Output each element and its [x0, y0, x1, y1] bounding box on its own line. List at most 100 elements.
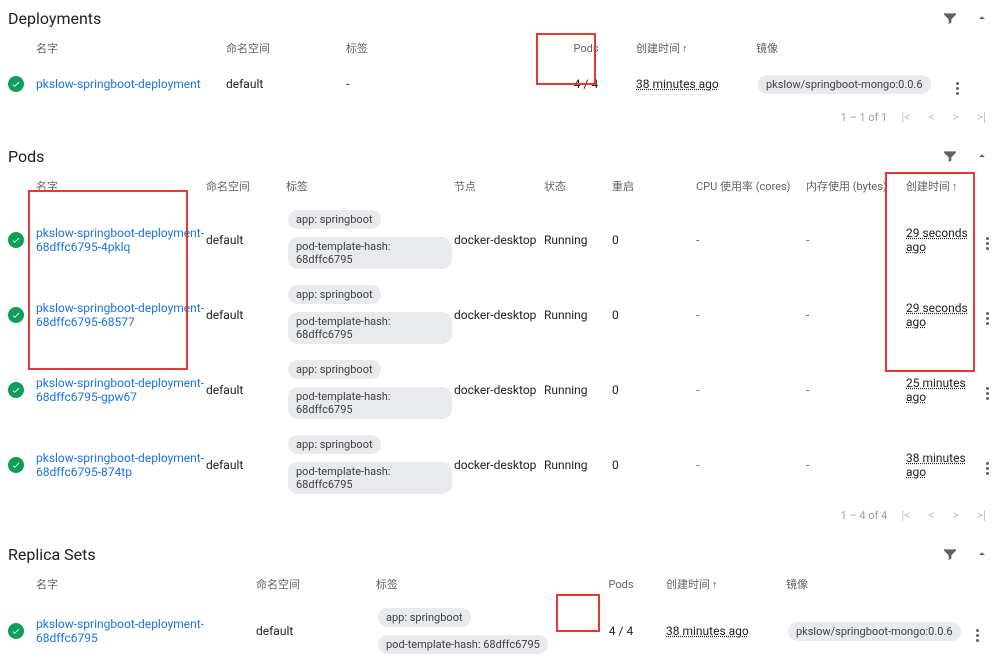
pager-prev-icon[interactable]: <: [924, 508, 938, 522]
more-actions-icon[interactable]: [986, 387, 989, 400]
pod-name-link[interactable]: pkslow-springboot-deployment-68dffc6795-…: [36, 376, 204, 404]
table-row: pkslow-springboot-deployment-68dffc6795-…: [0, 352, 1000, 427]
replicaset-image: pkslow/springboot-mongo:0.0.6: [788, 622, 961, 641]
deployment-image: pkslow/springboot-mongo:0.0.6: [758, 75, 931, 94]
pager-first-icon[interactable]: |<: [897, 110, 914, 124]
deployment-pods: 4 / 4: [536, 77, 636, 91]
pod-created: 29 seconds ago: [906, 301, 968, 329]
table-row: pkslow-springboot-deployment-68dffc6795-…: [0, 277, 1000, 352]
replicasets-section: Replica Sets 名字 命名空间 标签 Pods 创建时间↑ 镜像 pk…: [0, 536, 1000, 662]
col-name: 名字: [36, 576, 256, 592]
pod-status: Running: [544, 383, 612, 397]
table-row: pkslow-springboot-deployment-68dffc6795-…: [0, 202, 1000, 277]
col-image: 镜像: [756, 40, 956, 56]
more-actions-icon[interactable]: [976, 629, 979, 642]
pod-node: docker-desktop: [454, 308, 544, 322]
filter-icon[interactable]: [940, 146, 960, 166]
label-chip: pod-template-hash: 68dffc6795: [288, 462, 452, 494]
deployments-pager: 1 – 1 of 1 |< < > >|: [0, 104, 1000, 130]
col-labels: 标签: [286, 178, 454, 194]
pods-section: Pods 名字 命名空间 标签 节点 状态 重启 CPU 使用率 (cores)…: [0, 138, 1000, 528]
pod-cpu: -: [696, 308, 806, 322]
pods-header-row: 名字 命名空间 标签 节点 状态 重启 CPU 使用率 (cores) 内存使用…: [0, 170, 1000, 202]
pod-status: Running: [544, 308, 612, 322]
col-namespace: 命名空间: [256, 576, 376, 592]
pod-created: 25 minutes ago: [906, 376, 966, 404]
status-ok-icon: [8, 232, 24, 248]
pod-status: Running: [544, 233, 612, 247]
pod-namespace: default: [206, 383, 286, 397]
pod-memory: -: [806, 383, 906, 397]
deployments-section: Deployments 名字 命名空间 标签 Pods 创建时间↑ 镜像 pks…: [0, 0, 1000, 130]
deployment-namespace: default: [226, 77, 346, 91]
table-row: pkslow-springboot-deployment-68dffc6795 …: [0, 600, 1000, 662]
more-actions-icon[interactable]: [986, 312, 989, 325]
pod-node: docker-desktop: [454, 233, 544, 247]
pager-next-icon[interactable]: >: [949, 508, 963, 522]
col-created[interactable]: 创建时间↑: [636, 40, 756, 56]
label-chip: pod-template-hash: 68dffc6795: [288, 312, 452, 344]
label-chip: pod-template-hash: 68dffc6795: [288, 237, 452, 269]
pod-name-link[interactable]: pkslow-springboot-deployment-68dffc6795-…: [36, 226, 204, 254]
label-chip: pod-template-hash: 68dffc6795: [288, 387, 452, 419]
deployments-header-row: 名字 命名空间 标签 Pods 创建时间↑ 镜像: [0, 32, 1000, 64]
col-image: 镜像: [786, 576, 976, 592]
status-ok-icon: [8, 382, 24, 398]
pod-created: 29 seconds ago: [906, 226, 968, 254]
col-pods: Pods: [536, 42, 636, 55]
pods-pager: 1 – 4 of 4 |< < > >|: [0, 502, 1000, 528]
pod-namespace: default: [206, 308, 286, 322]
col-created[interactable]: 创建时间↑: [906, 178, 986, 194]
collapse-icon[interactable]: [972, 544, 992, 564]
pod-status: Running: [544, 458, 612, 472]
more-actions-icon[interactable]: [986, 462, 989, 475]
collapse-icon[interactable]: [972, 146, 992, 166]
table-row: pkslow-springboot-deployment-68dffc6795-…: [0, 427, 1000, 502]
label-chip: app: springboot: [378, 608, 471, 627]
deployment-labels: -: [346, 77, 536, 91]
deployments-title: Deployments: [8, 9, 101, 28]
table-row: pkslow-springboot-deployment default - 4…: [0, 64, 1000, 104]
collapse-icon[interactable]: [972, 8, 992, 28]
col-labels: 标签: [346, 40, 536, 56]
col-labels: 标签: [376, 576, 576, 592]
pod-namespace: default: [206, 458, 286, 472]
label-chip: app: springboot: [288, 210, 381, 229]
status-ok-icon: [8, 76, 24, 92]
col-status: 状态: [544, 178, 612, 194]
replicaset-created: 38 minutes ago: [666, 624, 749, 638]
pod-name-link[interactable]: pkslow-springboot-deployment-68dffc6795-…: [36, 301, 204, 329]
pod-cpu: -: [696, 458, 806, 472]
pod-name-link[interactable]: pkslow-springboot-deployment-68dffc6795-…: [36, 451, 204, 479]
col-namespace: 命名空间: [206, 178, 286, 194]
deployment-name-link[interactable]: pkslow-springboot-deployment: [36, 77, 201, 91]
pager-first-icon[interactable]: |<: [897, 508, 914, 522]
pods-title: Pods: [8, 147, 44, 166]
label-chip: app: springboot: [288, 435, 381, 454]
col-cpu: CPU 使用率 (cores): [696, 178, 806, 194]
pod-cpu: -: [696, 233, 806, 247]
pod-restarts: 0: [612, 233, 696, 247]
filter-icon[interactable]: [940, 8, 960, 28]
col-node: 节点: [454, 178, 544, 194]
pager-text: 1 – 1 of 1: [841, 111, 888, 124]
pod-node: docker-desktop: [454, 458, 544, 472]
pager-next-icon[interactable]: >: [949, 110, 963, 124]
pod-memory: -: [806, 458, 906, 472]
sort-arrow-icon: ↑: [682, 42, 688, 55]
filter-icon[interactable]: [940, 544, 960, 564]
replicasets-title: Replica Sets: [8, 545, 96, 564]
pager-prev-icon[interactable]: <: [924, 110, 938, 124]
more-actions-icon[interactable]: [986, 237, 989, 250]
pager-last-icon[interactable]: >|: [973, 110, 990, 124]
replicaset-name-link[interactable]: pkslow-springboot-deployment-68dffc6795: [36, 617, 204, 645]
col-name: 名字: [36, 40, 226, 56]
pager-text: 1 – 4 of 4: [841, 509, 888, 522]
pod-restarts: 0: [612, 458, 696, 472]
pager-last-icon[interactable]: >|: [973, 508, 990, 522]
pod-restarts: 0: [612, 383, 696, 397]
more-actions-icon[interactable]: [956, 82, 959, 95]
col-created[interactable]: 创建时间↑: [666, 576, 786, 592]
deployment-created: 38 minutes ago: [636, 77, 719, 91]
replicasets-header-row: 名字 命名空间 标签 Pods 创建时间↑ 镜像: [0, 568, 1000, 600]
